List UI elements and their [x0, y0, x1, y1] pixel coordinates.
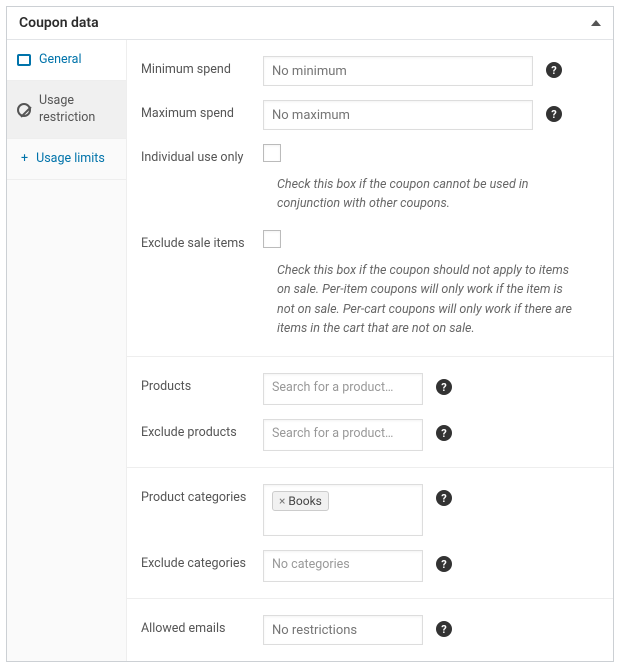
tab-general[interactable]: General [7, 40, 126, 81]
emails-group: Allowed emails ? [127, 599, 613, 661]
help-icon[interactable]: ? [436, 621, 452, 637]
chip-label: Books [288, 494, 321, 508]
tab-usage-limits[interactable]: + Usage limits [7, 139, 126, 180]
panel-header: Coupon data [7, 7, 613, 40]
tab-label: Usage limits [36, 151, 105, 167]
ticket-icon [17, 54, 31, 66]
product-categories-label: Product categories [141, 484, 263, 505]
allowed-emails-label: Allowed emails [141, 615, 263, 636]
coupon-data-panel: Coupon data General Usage restriction + … [6, 6, 614, 662]
allowed-emails-input[interactable] [263, 615, 423, 645]
max-spend-label: Maximum spend [141, 100, 263, 121]
collapse-toggle-icon[interactable] [591, 20, 601, 26]
category-chip: × Books [272, 491, 329, 511]
spend-group: Minimum spend ? Maximum spend ? Individu… [127, 40, 613, 357]
tab-usage-restriction[interactable]: Usage restriction [7, 81, 126, 139]
categories-group: Product categories × Books ? Exclude cat… [127, 468, 613, 599]
exclude-categories-select[interactable]: No categories [263, 550, 423, 582]
help-icon[interactable]: ? [546, 106, 562, 122]
exclude-sale-label: Exclude sale items [141, 230, 263, 251]
individual-use-desc: Check this box if the coupon cannot be u… [127, 169, 613, 220]
tab-label: General [39, 52, 82, 68]
help-icon[interactable]: ? [436, 556, 452, 572]
ban-icon [17, 103, 31, 117]
content-area: Minimum spend ? Maximum spend ? Individu… [127, 40, 613, 661]
help-icon[interactable]: ? [436, 490, 452, 506]
products-group: Products Search for a product… ? Exclude… [127, 357, 613, 468]
exclude-categories-label: Exclude categories [141, 550, 263, 571]
tab-label: Usage restriction [39, 93, 116, 126]
exclude-products-select[interactable]: Search for a product… [263, 419, 423, 451]
max-spend-input[interactable] [263, 100, 533, 130]
panel-title: Coupon data [19, 15, 99, 31]
product-categories-select[interactable]: × Books [263, 484, 423, 536]
products-label: Products [141, 373, 263, 394]
help-icon[interactable]: ? [436, 379, 452, 395]
exclude-sale-desc: Check this box if the coupon should not … [127, 255, 613, 345]
min-spend-label: Minimum spend [141, 56, 263, 77]
products-select[interactable]: Search for a product… [263, 373, 423, 405]
panel-body: General Usage restriction + Usage limits… [7, 40, 613, 661]
individual-use-label: Individual use only [141, 144, 263, 165]
help-icon[interactable]: ? [436, 425, 452, 441]
help-icon[interactable]: ? [546, 62, 562, 78]
individual-use-checkbox[interactable] [263, 144, 281, 162]
plus-icon: + [21, 151, 28, 167]
tabs-sidebar: General Usage restriction + Usage limits [7, 40, 127, 661]
chip-remove-icon[interactable]: × [279, 494, 285, 508]
exclude-sale-checkbox[interactable] [263, 230, 281, 248]
min-spend-input[interactable] [263, 56, 533, 86]
exclude-products-label: Exclude products [141, 419, 263, 440]
